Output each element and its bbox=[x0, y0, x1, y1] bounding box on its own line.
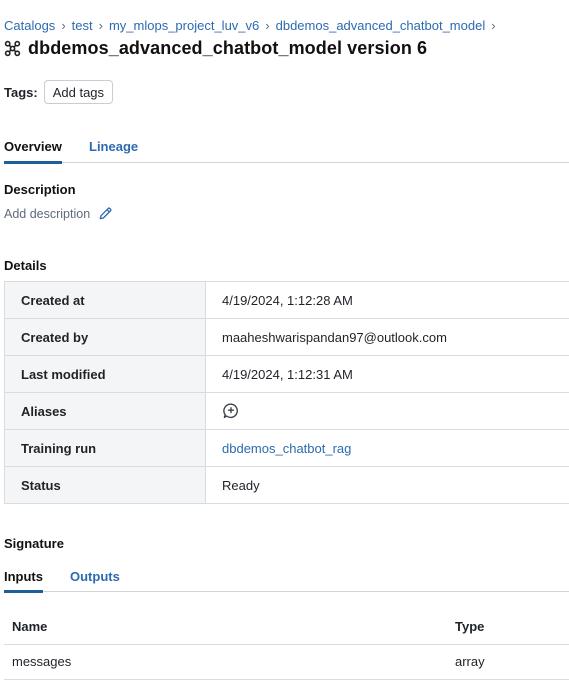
details-key: Last modified bbox=[4, 355, 206, 393]
details-heading: Details bbox=[4, 258, 47, 273]
signature-heading: Signature bbox=[4, 536, 64, 551]
page-tabs: Overview Lineage bbox=[4, 134, 569, 164]
details-row: Last modified 4/19/2024, 1:12:31 AM bbox=[4, 355, 569, 393]
page-title: dbdemos_advanced_chatbot_model version 6 bbox=[28, 38, 428, 58]
details-row: Created by maaheshwarispandan97@outlook.… bbox=[4, 318, 569, 356]
tab-outputs[interactable]: Outputs bbox=[70, 566, 120, 590]
details-key: Training run bbox=[4, 429, 206, 467]
signature-table: Name Type messages array bbox=[4, 610, 569, 680]
last-modified-value: 4/19/2024, 1:12:31 AM bbox=[205, 355, 569, 393]
details-row: Status Ready bbox=[4, 466, 569, 504]
tab-inputs[interactable]: Inputs bbox=[4, 566, 43, 593]
status-value: Ready bbox=[205, 466, 569, 504]
aliases-value bbox=[205, 392, 569, 430]
breadcrumb-separator: › bbox=[98, 18, 103, 33]
training-run-value: dbdemos_chatbot_rag bbox=[205, 429, 569, 467]
breadcrumb-test[interactable]: test bbox=[72, 18, 93, 33]
breadcrumb-separator: › bbox=[61, 18, 66, 33]
page-header: dbdemos_advanced_chatbot_model version 6 bbox=[4, 38, 427, 59]
details-key: Created by bbox=[4, 318, 206, 356]
description-heading: Description bbox=[4, 182, 76, 197]
training-run-link[interactable]: dbdemos_chatbot_rag bbox=[222, 441, 351, 456]
breadcrumb-model[interactable]: dbdemos_advanced_chatbot_model bbox=[276, 18, 486, 33]
breadcrumb-separator: › bbox=[265, 18, 270, 33]
details-key: Created at bbox=[4, 281, 206, 319]
tab-overview[interactable]: Overview bbox=[4, 134, 62, 164]
tags-row: Tags: Add tags bbox=[4, 80, 114, 104]
breadcrumb: Catalogs › test › my_mlops_project_luv_v6 › db… bbox=[4, 18, 502, 33]
breadcrumb-separator: › bbox=[491, 18, 496, 33]
created-at-value: 4/19/2024, 1:12:28 AM bbox=[205, 281, 569, 319]
details-row: Aliases bbox=[4, 392, 569, 430]
created-by-value: maaheshwarispandan97@outlook.com bbox=[205, 318, 569, 356]
details-row: Created at 4/19/2024, 1:12:28 AM bbox=[4, 281, 569, 319]
breadcrumb-catalogs[interactable]: Catalogs bbox=[4, 18, 55, 33]
table-header-row: Name Type bbox=[4, 610, 569, 645]
tags-label: Tags: bbox=[4, 84, 38, 100]
table-row: messages array bbox=[4, 645, 569, 680]
pencil-icon[interactable] bbox=[98, 206, 113, 221]
details-row: Training run dbdemos_chatbot_rag bbox=[4, 429, 569, 467]
breadcrumb-schema[interactable]: my_mlops_project_luv_v6 bbox=[109, 18, 259, 33]
tab-lineage[interactable]: Lineage bbox=[89, 134, 138, 161]
signature-input-type: array bbox=[455, 654, 485, 669]
add-description-link[interactable]: Add description bbox=[4, 207, 90, 221]
column-header-type: Type bbox=[455, 619, 485, 634]
model-icon bbox=[4, 40, 21, 57]
signature-tabs: Inputs Outputs bbox=[4, 566, 569, 593]
add-comment-icon[interactable] bbox=[222, 402, 240, 420]
details-key: Status bbox=[4, 466, 206, 504]
add-tags-button[interactable]: Add tags bbox=[43, 80, 114, 104]
details-table: Created at 4/19/2024, 1:12:28 AM Created… bbox=[4, 281, 569, 504]
column-header-name: Name bbox=[12, 619, 48, 634]
details-key: Aliases bbox=[4, 392, 206, 430]
description-row: Add description bbox=[4, 206, 113, 221]
signature-input-name: messages bbox=[12, 654, 72, 669]
